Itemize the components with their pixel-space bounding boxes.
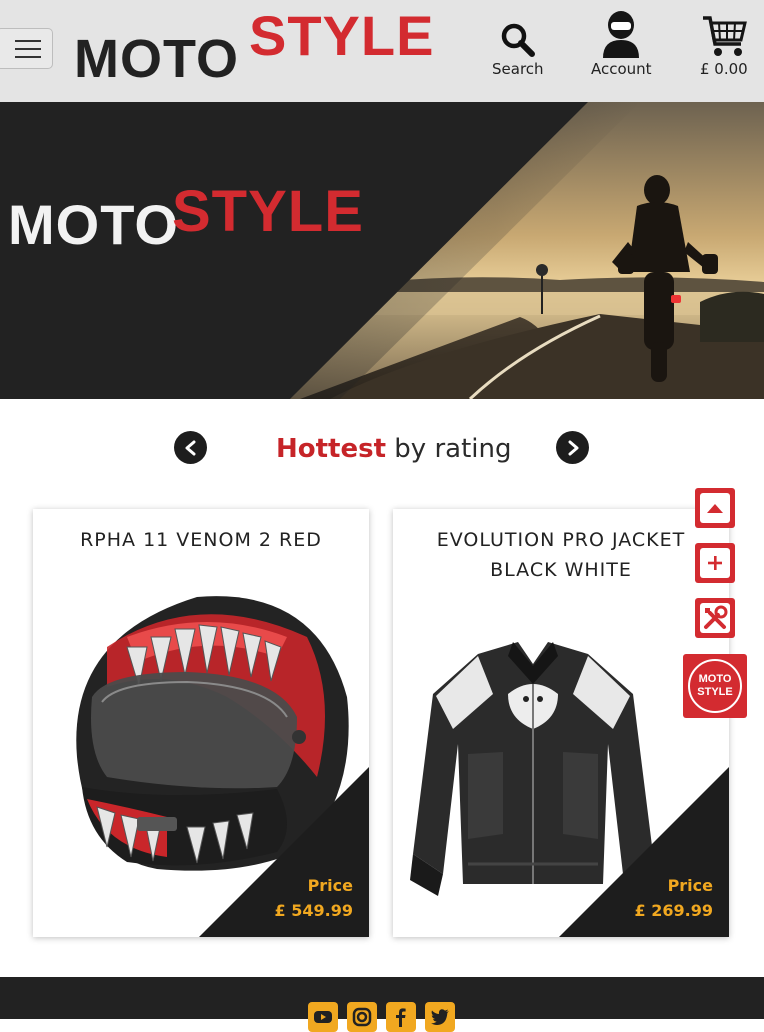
- hero-banner: MOTO STYLE: [0, 102, 764, 399]
- instagram-link[interactable]: [347, 1002, 377, 1032]
- section-title: Hottest by rating: [276, 434, 511, 464]
- scroll-up-button[interactable]: [695, 488, 735, 528]
- menu-icon-bar: [14, 39, 41, 42]
- twitter-link[interactable]: [425, 1002, 455, 1032]
- price-value: £ 269.99: [634, 901, 713, 920]
- section-title-rest: by rating: [394, 434, 512, 464]
- price-tag: Price £ 269.99: [559, 767, 729, 937]
- price-label: Price: [667, 876, 713, 895]
- site-footer: [0, 977, 764, 1032]
- account-label: Account: [591, 60, 652, 78]
- product-name: EVOLUTION PRO JACKET BLACK WHITE: [436, 529, 686, 581]
- section-title-highlight: Hottest: [276, 434, 387, 464]
- carousel-next-button[interactable]: [556, 431, 589, 464]
- chevron-left-icon: [185, 440, 195, 455]
- youtube-icon: [314, 1011, 332, 1023]
- twitter-icon: [431, 1009, 449, 1026]
- product-card[interactable]: RPHA 11 VENOM 2 RED Price £ 549.99: [33, 509, 369, 937]
- price-label: Price: [307, 876, 353, 895]
- tools-icon: [700, 603, 730, 633]
- product-card[interactable]: EVOLUTION PRO JACKET BLACK WHITE Price £…: [393, 509, 729, 937]
- hero-logo-moto: MOTO: [8, 193, 179, 256]
- cart-total: £ 0.00: [700, 60, 748, 78]
- menu-button[interactable]: [0, 28, 53, 69]
- badge-line-1: MOTO: [698, 673, 732, 685]
- price-tag: Price £ 549.99: [199, 767, 369, 937]
- facebook-icon: [396, 1008, 406, 1027]
- hero-logo-style: STYLE: [172, 179, 364, 244]
- account-icon: [601, 8, 641, 58]
- facebook-link[interactable]: [386, 1002, 416, 1032]
- logo-style-text: STYLE: [249, 4, 435, 67]
- instagram-icon: [352, 1007, 372, 1027]
- plus-icon: [700, 548, 730, 578]
- youtube-link[interactable]: [308, 1002, 338, 1032]
- scroll-up-icon: [700, 493, 730, 523]
- chevron-right-icon: [568, 440, 578, 455]
- menu-icon-bar: [14, 55, 41, 58]
- cart-icon: [701, 8, 747, 58]
- cart-button[interactable]: £ 0.00: [700, 8, 748, 78]
- logo-moto-text: MOTO: [74, 29, 239, 89]
- search-label: Search: [492, 60, 544, 78]
- price-value: £ 549.99: [274, 901, 353, 920]
- badge-circle: MOTO STYLE: [688, 659, 742, 713]
- tools-button[interactable]: [695, 598, 735, 638]
- add-button[interactable]: [695, 543, 735, 583]
- search-button[interactable]: Search: [492, 8, 544, 78]
- search-icon: [500, 8, 536, 58]
- motostyle-badge-button[interactable]: MOTO STYLE: [683, 654, 747, 718]
- account-button[interactable]: Account: [591, 8, 652, 78]
- site-header: MOTO STYLE Search Account £ 0.00: [0, 0, 764, 102]
- product-name: RPHA 11 VENOM 2 RED: [80, 529, 322, 551]
- menu-icon-bar: [14, 47, 41, 50]
- carousel-prev-button[interactable]: [174, 431, 207, 464]
- badge-line-2: STYLE: [697, 686, 733, 698]
